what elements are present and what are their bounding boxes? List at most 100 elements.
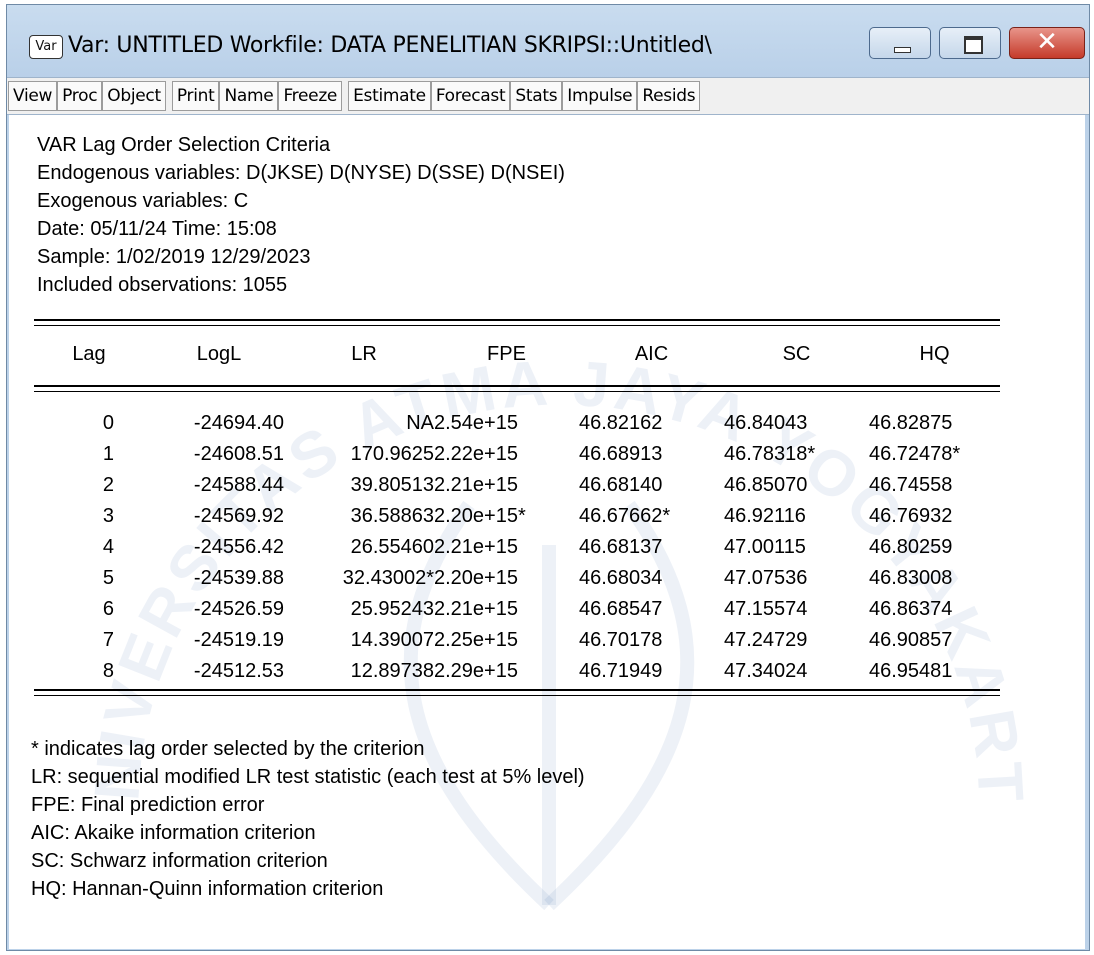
cell-hq: 46.95481	[869, 660, 953, 682]
table-top-rule	[34, 319, 1000, 321]
minimize-icon	[894, 47, 911, 53]
cell-logl: -24608.51	[193, 443, 284, 465]
cell-sc: 47.00115	[724, 536, 806, 558]
cell-lag: 0	[102, 412, 114, 434]
cell-logl: -24556.42	[193, 536, 284, 558]
cell-sc: 46.78318*	[724, 443, 816, 465]
cell-lr: 170.9625	[350, 443, 434, 465]
cell-aic: 46.68137	[579, 536, 663, 558]
cell-logl: -24512.53	[193, 660, 284, 682]
cell-logl: -24588.44	[193, 474, 284, 496]
cell-logl: -24526.59	[193, 598, 284, 620]
close-button[interactable]: ✕	[1009, 27, 1085, 59]
table-header-row: Lag LogL LR FPE AIC SC HQ	[34, 343, 1000, 374]
cell-hq: 46.80259	[869, 536, 953, 558]
cell-lag: 8	[102, 660, 114, 682]
footnotes: * indicates lag order selected by the cr…	[31, 735, 585, 903]
window-title: Var: UNTITLED Workfile: DATA PENELITIAN …	[68, 33, 712, 58]
table-row: 2 -24588.44 39.80513 2.21e+15 46.68140 46.850…	[34, 474, 1000, 505]
cell-lr: 39.80513	[350, 474, 434, 496]
cell-fpe: 2.54e+15	[434, 412, 518, 434]
table-row: 3 -24569.92 36.58863 2.20e+15* 46.67662* 46.9…	[34, 505, 1000, 536]
cell-sc: 46.92116	[724, 505, 806, 527]
sample-line: Sample: 1/02/2019 12/29/2023	[37, 246, 311, 268]
cell-lr: 25.95243	[350, 598, 434, 620]
estimate-button[interactable]: Estimate	[348, 81, 431, 111]
stats-button[interactable]: Stats	[510, 81, 563, 111]
cell-logl: -24694.40	[193, 412, 284, 434]
endogenous-line: Endogenous variables: D(JKSE) D(NYSE) D(…	[37, 162, 565, 184]
table-bottom-rule-2	[34, 695, 1000, 696]
cell-hq: 46.86374	[869, 598, 953, 620]
cell-fpe: 2.20e+15	[434, 567, 518, 589]
table-row: 7 -24519.19 14.39007 2.25e+15 46.70178 47.247…	[34, 629, 1000, 660]
cell-sc: 46.84043	[724, 412, 808, 434]
cell-sc: 47.24729	[724, 629, 808, 651]
cell-aic: 46.68034	[579, 567, 663, 589]
col-header-logl: LogL	[196, 343, 242, 365]
col-header-lag: Lag	[72, 343, 106, 365]
cell-lr: 12.89738	[350, 660, 434, 682]
cell-lr: NA	[406, 412, 434, 434]
date-line: Date: 05/11/24 Time: 15:08	[37, 218, 277, 240]
cell-logl: -24539.88	[193, 567, 284, 589]
footnote: * indicates lag order selected by the cr…	[31, 738, 425, 760]
cell-aic: 46.68547	[579, 598, 663, 620]
table-header-rule-2	[34, 391, 1000, 392]
var-window: Var Var: UNTITLED Workfile: DATA PENELIT…	[6, 4, 1090, 951]
maximize-icon	[964, 36, 983, 54]
cell-hq: 46.83008	[869, 567, 953, 589]
freeze-button[interactable]: Freeze	[278, 81, 343, 111]
footnote: LR: sequential modified LR test statisti…	[31, 766, 585, 788]
object-button[interactable]: Object	[102, 81, 166, 111]
cell-hq: 46.82875	[869, 412, 953, 434]
cell-sc: 47.07536	[724, 567, 808, 589]
cell-hq: 46.74558	[869, 474, 953, 496]
cell-aic: 46.68140	[579, 474, 663, 496]
cell-aic: 46.67662*	[579, 505, 671, 527]
cell-logl: -24519.19	[193, 629, 284, 651]
cell-lag: 5	[102, 567, 114, 589]
footnote: HQ: Hannan-Quinn information criterion	[31, 878, 384, 900]
cell-fpe: 2.20e+15*	[434, 505, 526, 527]
title-bar[interactable]: Var Var: UNTITLED Workfile: DATA PENELIT…	[7, 5, 1089, 83]
table-row: 0 -24694.40 NA 2.54e+15 46.82162 46.84043 46.8…	[34, 412, 1000, 443]
cell-lr: 32.43002*	[342, 567, 434, 589]
table-row: 6 -24526.59 25.95243 2.21e+15 46.68547 47.155…	[34, 598, 1000, 629]
cell-lag: 7	[102, 629, 114, 651]
observations-line: Included observations: 1055	[37, 274, 288, 296]
cell-lag: 3	[102, 505, 114, 527]
cell-lr: 26.55460	[350, 536, 434, 558]
cell-lag: 6	[102, 598, 114, 620]
forecast-button[interactable]: Forecast	[430, 81, 511, 111]
col-header-lr: LR	[351, 343, 377, 365]
cell-hq: 46.72478*	[869, 443, 961, 465]
output-header: VAR Lag Order Selection Criteria Endogen…	[37, 131, 565, 299]
maximize-button[interactable]	[939, 27, 1001, 59]
cell-hq: 46.76932	[869, 505, 953, 527]
cell-hq: 46.90857	[869, 629, 953, 651]
cell-fpe: 2.29e+15	[434, 660, 518, 682]
cell-fpe: 2.21e+15	[434, 536, 518, 558]
print-button[interactable]: Print	[171, 81, 220, 111]
table-row: 8 -24512.53 12.89738 2.29e+15 46.71949 47.340…	[34, 660, 1000, 691]
table-row: 5 -24539.88 32.43002* 2.20e+15 46.68034 47.07…	[34, 567, 1000, 598]
cell-lr: 14.39007	[350, 629, 434, 651]
minimize-button[interactable]	[869, 27, 931, 59]
col-header-hq: HQ	[919, 343, 950, 365]
impulse-button[interactable]: Impulse	[562, 81, 638, 111]
output-pane: UNIVERSITAS ATMA JAYA YOGYAKARTA VAR Lag…	[9, 115, 1085, 949]
cell-aic: 46.82162	[579, 412, 663, 434]
table-row: 1 -24608.51 170.9625 2.22e+15 46.68913 46.783…	[34, 443, 1000, 474]
cell-fpe: 2.25e+15	[434, 629, 518, 651]
resids-button[interactable]: Resids	[637, 81, 701, 111]
proc-button[interactable]: Proc	[57, 81, 103, 111]
view-button[interactable]: View	[8, 81, 58, 111]
cell-fpe: 2.21e+15	[434, 598, 518, 620]
cell-fpe: 2.21e+15	[434, 474, 518, 496]
name-button[interactable]: Name	[219, 81, 279, 111]
toolbar: View Proc Object Print Name Freeze Estim…	[7, 77, 1089, 115]
close-icon: ✕	[1036, 27, 1058, 57]
footnote: SC: Schwarz information criterion	[31, 850, 328, 872]
cell-lr: 36.58863	[350, 505, 434, 527]
